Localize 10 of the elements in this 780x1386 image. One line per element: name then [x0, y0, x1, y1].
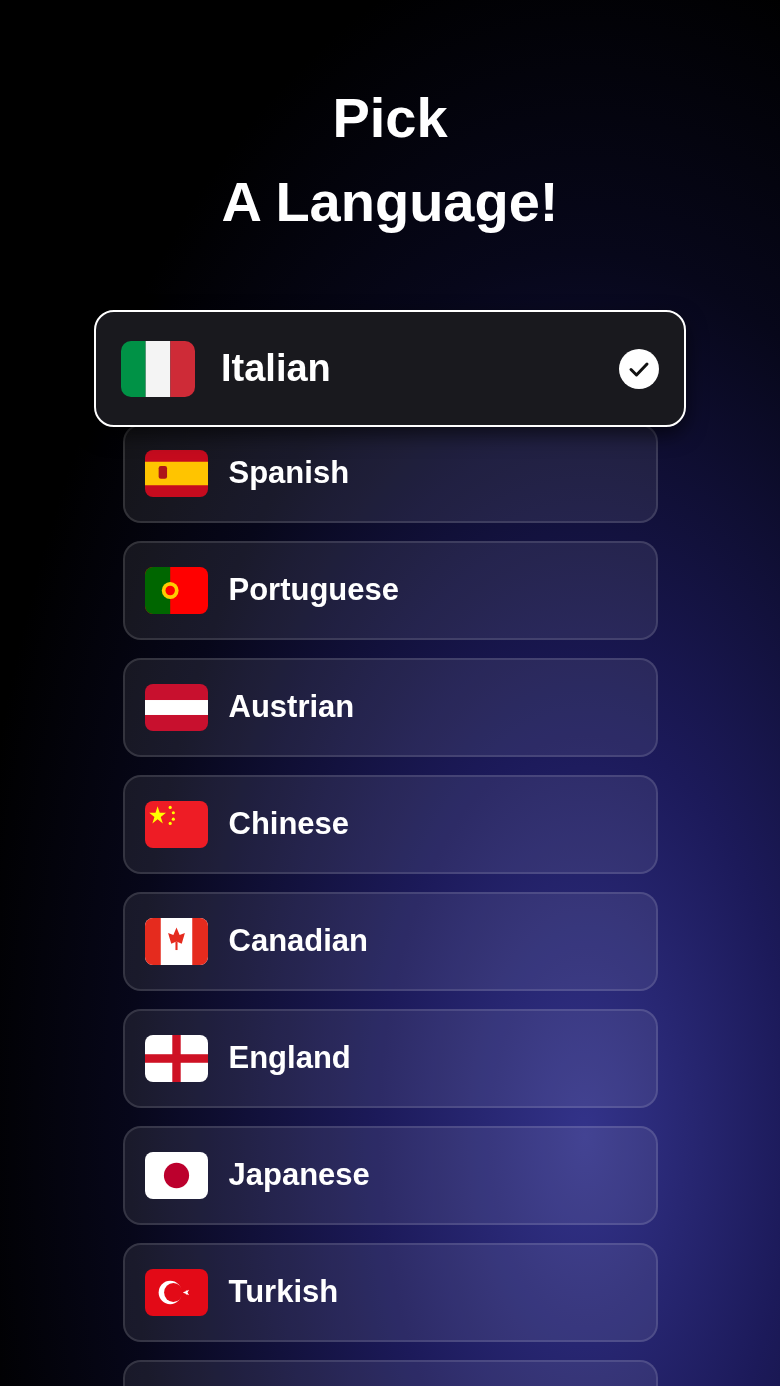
language-option[interactable]: Canadian [122, 892, 658, 991]
language-option[interactable]: Chinese [122, 775, 658, 874]
language-option[interactable]: England [122, 1009, 658, 1108]
language-option[interactable]: Turkish [122, 1243, 658, 1342]
language-option[interactable]: Portuguese [122, 541, 658, 640]
language-option[interactable]: Japanese [122, 1126, 658, 1225]
language-option[interactable]: Austrian [122, 658, 658, 757]
language-option[interactable]: Italian [94, 310, 686, 427]
language-option[interactable]: Spanish [122, 424, 658, 523]
page-title: Pick A Language! [221, 85, 559, 235]
